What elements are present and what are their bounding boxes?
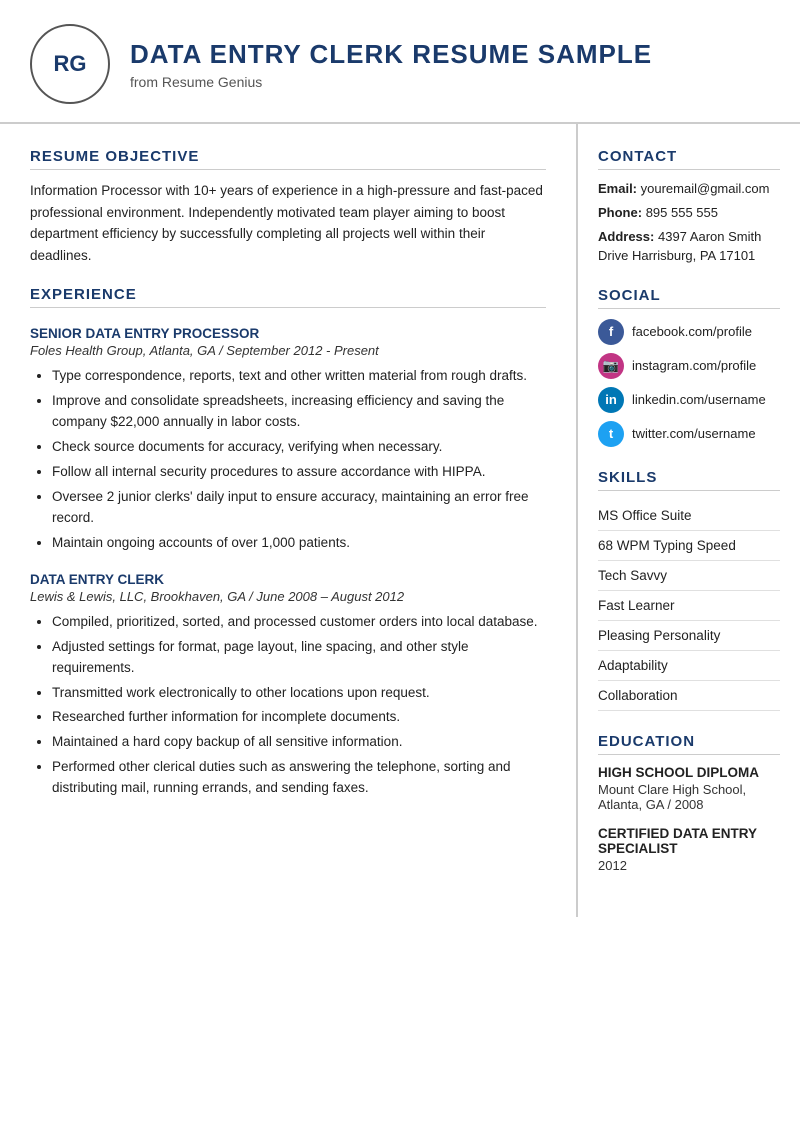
list-item: Maintained a hard copy backup of all sen… <box>52 732 546 753</box>
edu-1-school: Mount Clare High School, Atlanta, GA / 2… <box>598 782 780 812</box>
phone-value: 895 555 555 <box>646 205 718 220</box>
skill-item: Fast Learner <box>598 591 780 621</box>
job-1-title: SENIOR DATA ENTRY PROCESSOR <box>30 326 546 341</box>
instagram-icon: 📷 <box>598 353 624 379</box>
resume-header: RG DATA ENTRY CLERK RESUME SAMPLE from R… <box>0 0 800 124</box>
resume-subtitle: from Resume Genius <box>130 74 652 90</box>
edu-1-degree: HIGH SCHOOL DIPLOMA <box>598 765 780 780</box>
list-item: Oversee 2 junior clerks' daily input to … <box>52 487 546 529</box>
facebook-url: facebook.com/profile <box>632 324 752 339</box>
twitter-url: twitter.com/username <box>632 426 756 441</box>
skill-item: Adaptability <box>598 651 780 681</box>
edu-2-year: 2012 <box>598 858 780 873</box>
facebook-icon: f <box>598 319 624 345</box>
address-label: Address: <box>598 229 654 244</box>
skill-item: 68 WPM Typing Speed <box>598 531 780 561</box>
social-twitter: t twitter.com/username <box>598 421 780 447</box>
social-title: SOCIAL <box>598 287 780 309</box>
job-2: DATA ENTRY CLERK Lewis & Lewis, LLC, Bro… <box>30 572 546 799</box>
job-2-meta: Lewis & Lewis, LLC, Brookhaven, GA / Jun… <box>30 589 546 604</box>
skill-item: Pleasing Personality <box>598 621 780 651</box>
list-item: Compiled, prioritized, sorted, and proce… <box>52 612 546 633</box>
list-item: Performed other clerical duties such as … <box>52 757 546 799</box>
email-label: Email: <box>598 181 637 196</box>
instagram-url: instagram.com/profile <box>632 358 756 373</box>
job-2-bullets: Compiled, prioritized, sorted, and proce… <box>30 612 546 799</box>
list-item: Follow all internal security procedures … <box>52 462 546 483</box>
linkedin-url: linkedin.com/username <box>632 392 766 407</box>
list-item: Adjusted settings for format, page layou… <box>52 637 546 679</box>
edu-item-1: HIGH SCHOOL DIPLOMA Mount Clare High Sch… <box>598 765 780 812</box>
education-title: EDUCATION <box>598 733 780 755</box>
twitter-icon: t <box>598 421 624 447</box>
social-facebook: f facebook.com/profile <box>598 319 780 345</box>
objective-text: Information Processor with 10+ years of … <box>30 180 546 266</box>
objective-title: RESUME OBJECTIVE <box>30 148 546 170</box>
email-value: youremail@gmail.com <box>641 181 770 196</box>
avatar-initials: RG <box>54 51 87 77</box>
job-1-meta: Foles Health Group, Atlanta, GA / Septem… <box>30 343 546 358</box>
skills-title: SKILLS <box>598 469 780 491</box>
header-text: DATA ENTRY CLERK RESUME SAMPLE from Resu… <box>130 39 652 90</box>
list-item: Check source documents for accuracy, ver… <box>52 437 546 458</box>
edu-2-degree: CERTIFIED DATA ENTRY SPECIALIST <box>598 826 780 856</box>
main-layout: RESUME OBJECTIVE Information Processor w… <box>0 124 800 917</box>
list-item: Maintain ongoing accounts of over 1,000 … <box>52 533 546 554</box>
skill-item: MS Office Suite <box>598 501 780 531</box>
experience-title: EXPERIENCE <box>30 286 546 308</box>
phone-label: Phone: <box>598 205 642 220</box>
list-item: Transmitted work electronically to other… <box>52 683 546 704</box>
job-1: SENIOR DATA ENTRY PROCESSOR Foles Health… <box>30 326 546 553</box>
contact-phone: Phone: 895 555 555 <box>598 204 780 222</box>
right-column: CONTACT Email: youremail@gmail.com Phone… <box>578 124 800 917</box>
social-instagram: 📷 instagram.com/profile <box>598 353 780 379</box>
social-linkedin: in linkedin.com/username <box>598 387 780 413</box>
avatar: RG <box>30 24 110 104</box>
contact-address: Address: 4397 Aaron Smith Drive Harrisbu… <box>598 228 780 264</box>
contact-email: Email: youremail@gmail.com <box>598 180 780 198</box>
list-item: Type correspondence, reports, text and o… <box>52 366 546 387</box>
resume-title: DATA ENTRY CLERK RESUME SAMPLE <box>130 39 652 70</box>
skill-item: Collaboration <box>598 681 780 711</box>
edu-item-2: CERTIFIED DATA ENTRY SPECIALIST 2012 <box>598 826 780 873</box>
list-item: Researched further information for incom… <box>52 707 546 728</box>
list-item: Improve and consolidate spreadsheets, in… <box>52 391 546 433</box>
job-1-bullets: Type correspondence, reports, text and o… <box>30 366 546 553</box>
job-2-title: DATA ENTRY CLERK <box>30 572 546 587</box>
contact-title: CONTACT <box>598 148 780 170</box>
linkedin-icon: in <box>598 387 624 413</box>
left-column: RESUME OBJECTIVE Information Processor w… <box>0 124 578 917</box>
skill-item: Tech Savvy <box>598 561 780 591</box>
